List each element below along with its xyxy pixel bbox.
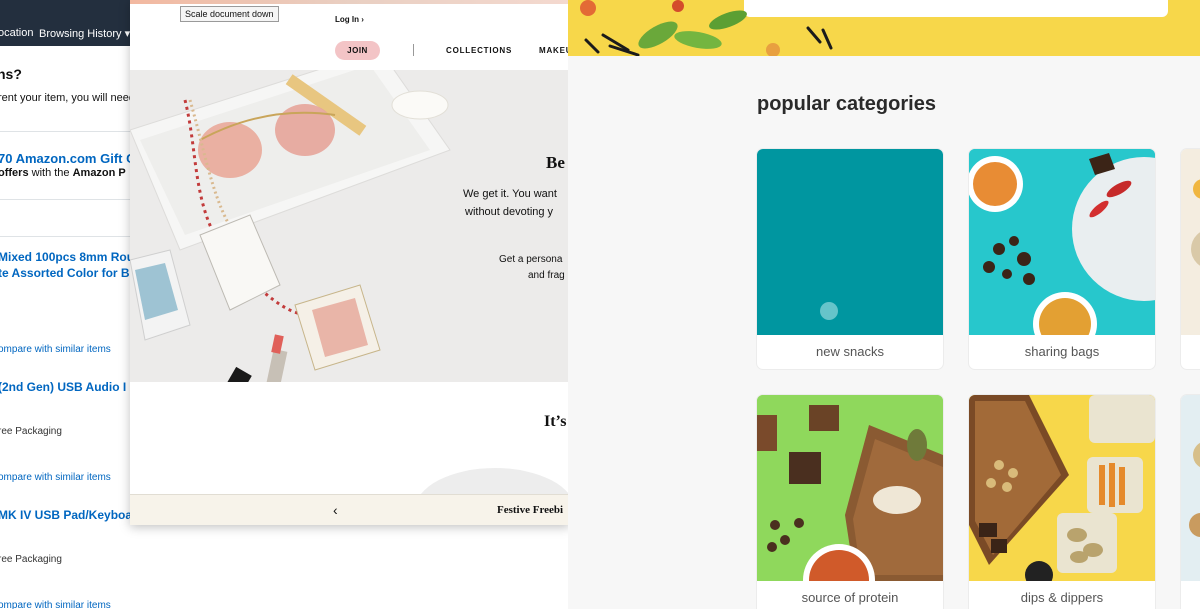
snacks-window: popular categories new snacks sharing ba… bbox=[568, 0, 1200, 609]
browsing-history-menu[interactable]: Browsing History ▾ bbox=[39, 27, 130, 40]
divider bbox=[0, 236, 130, 237]
category-image bbox=[1181, 149, 1200, 335]
chevron-left-icon[interactable]: ‹ bbox=[333, 502, 338, 518]
product-title-link[interactable]: Mixed 100pcs 8mm Rou bbox=[0, 249, 134, 265]
nav-separator bbox=[413, 44, 414, 56]
beauty-window: Scale document down Log In › JOIN COLLEC… bbox=[130, 0, 570, 525]
category-card-new-snacks[interactable]: new snacks bbox=[757, 149, 943, 369]
category-card-dips-dippers[interactable]: dips & dippers bbox=[969, 395, 1155, 609]
compare-link[interactable]: ompare with similar items bbox=[0, 600, 111, 609]
category-card-partial[interactable] bbox=[1181, 149, 1200, 369]
product-title-link[interactable]: (2nd Gen) USB Audio I bbox=[0, 379, 126, 395]
promo-footer-bar: ‹ Festive Freebi bbox=[130, 494, 570, 525]
protein-snacks-photo bbox=[757, 395, 943, 581]
category-photo bbox=[1191, 179, 1200, 266]
login-link[interactable]: Log In › bbox=[335, 15, 364, 24]
rental-question-text: rent your item, you will need bbox=[0, 92, 135, 104]
divider bbox=[0, 131, 130, 132]
snack-banner bbox=[568, 0, 1200, 56]
rental-question: ns? bbox=[0, 66, 22, 82]
category-image bbox=[1181, 395, 1200, 581]
packaging-note: ree Packaging bbox=[0, 426, 62, 437]
hero-text: and frag bbox=[528, 270, 565, 281]
category-card-partial[interactable] bbox=[1181, 395, 1200, 609]
category-label: source of protein bbox=[801, 590, 899, 605]
hero-heading: Be bbox=[546, 153, 565, 172]
hero-text: We get it. You want bbox=[463, 188, 557, 200]
gift-card-offer: offers with the Amazon P bbox=[0, 167, 126, 179]
category-label: dips & dippers bbox=[1020, 590, 1104, 605]
category-label: sharing bags bbox=[1024, 344, 1100, 359]
tooltip: Scale document down bbox=[180, 6, 279, 22]
offers-text: offers bbox=[0, 167, 29, 179]
compare-link[interactable]: ompare with similar items bbox=[0, 344, 111, 355]
hero-text: Get a persona bbox=[499, 254, 563, 265]
location-link[interactable]: ocation bbox=[0, 27, 33, 39]
divider bbox=[0, 199, 130, 200]
hero-banner: Be We get it. You want without devoting … bbox=[130, 70, 570, 382]
section-heading: It’s bbox=[544, 413, 567, 430]
hero-text: without devoting y bbox=[465, 206, 554, 218]
category-photo bbox=[1189, 442, 1200, 537]
hero-flatlay-image bbox=[130, 70, 451, 382]
product-title-link[interactable]: MK IV USB Pad/Keyboa bbox=[0, 507, 132, 523]
category-label: new snacks bbox=[816, 344, 884, 359]
packaging-note: ree Packaging bbox=[0, 554, 62, 565]
cursor-dot bbox=[820, 302, 838, 320]
product-title-link[interactable]: te Assorted Color for B bbox=[0, 265, 130, 281]
category-image bbox=[757, 395, 943, 581]
category-card-sharing-bags[interactable]: sharing bags bbox=[969, 149, 1155, 369]
category-image bbox=[969, 149, 1155, 335]
snack-banner-image bbox=[568, 0, 1200, 56]
amazon-brand-text: Amazon P bbox=[72, 167, 126, 179]
desktop: ocation Browsing History ▾ ns? rent your… bbox=[0, 0, 1200, 609]
dips-snacks-photo bbox=[969, 395, 1155, 581]
snack-bowls-photo bbox=[969, 149, 1155, 335]
offers-mid-text: with the bbox=[28, 167, 73, 179]
category-image bbox=[969, 395, 1155, 581]
compare-link[interactable]: ompare with similar items bbox=[0, 472, 111, 483]
promo-title[interactable]: Festive Freebi bbox=[497, 504, 563, 516]
nav-collections[interactable]: COLLECTIONS bbox=[446, 46, 512, 55]
nav-makeup[interactable]: MAKEU bbox=[539, 46, 570, 55]
join-button[interactable]: JOIN bbox=[335, 41, 380, 60]
category-card-source-of-protein[interactable]: source of protein bbox=[757, 395, 943, 609]
top-image-strip bbox=[130, 0, 570, 4]
category-image bbox=[757, 149, 943, 335]
popular-categories-heading: popular categories bbox=[757, 93, 936, 115]
gift-card-link[interactable]: 70 Amazon.com Gift C bbox=[0, 151, 135, 166]
